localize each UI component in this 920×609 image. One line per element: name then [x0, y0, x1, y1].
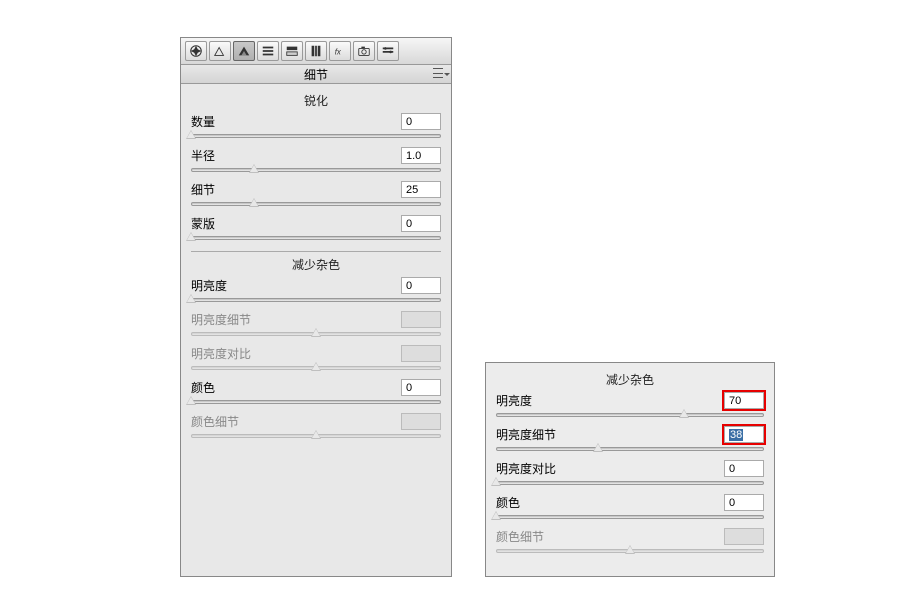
side-value-color-detail: [724, 528, 764, 545]
side-thumb-luminance-contrast[interactable]: [491, 477, 501, 487]
side-track-color[interactable]: [496, 512, 764, 522]
side-thumb-luminance[interactable]: [679, 409, 689, 419]
thumb-radius[interactable]: [249, 164, 259, 174]
value-color-detail: [401, 413, 441, 430]
aperture-icon[interactable]: [185, 41, 207, 61]
panel-toolbar: fx: [181, 38, 451, 65]
side-slider-luminance-detail: 明亮度细节 38: [496, 424, 764, 454]
value-radius[interactable]: 1.0: [401, 147, 441, 164]
track-color-detail: [191, 431, 441, 441]
thumb-color-detail: [311, 430, 321, 440]
slider-amount: 数量 0: [191, 111, 441, 141]
tab-title: 细节: [304, 66, 328, 83]
fx-icon[interactable]: fx: [329, 41, 351, 61]
slider-color-detail: 颜色细节: [191, 411, 441, 441]
split-icon[interactable]: [281, 41, 303, 61]
hsl-icon[interactable]: [257, 41, 279, 61]
label-luminance-contrast: 明亮度对比: [191, 345, 251, 362]
value-luminance-contrast: [401, 345, 441, 362]
thumb-amount[interactable]: [186, 130, 196, 140]
section-divider: [191, 251, 441, 252]
side-value-luminance[interactable]: 70: [724, 392, 764, 409]
track-radius[interactable]: [191, 165, 441, 175]
track-amount[interactable]: [191, 131, 441, 141]
side-value-luminance-contrast[interactable]: 0: [724, 460, 764, 477]
slider-radius: 半径 1.0: [191, 145, 441, 175]
side-track-luminance-contrast[interactable]: [496, 478, 764, 488]
track-color[interactable]: [191, 397, 441, 407]
side-thumb-color-detail: [625, 545, 635, 555]
thumb-luminance-contrast: [311, 362, 321, 372]
label-mask: 蒙版: [191, 215, 215, 232]
panel-menu-icon[interactable]: [433, 68, 445, 78]
histogram-icon[interactable]: [209, 41, 231, 61]
label-radius: 半径: [191, 147, 215, 164]
label-amount: 数量: [191, 113, 215, 130]
value-detail[interactable]: 25: [401, 181, 441, 198]
side-label-luminance-contrast: 明亮度对比: [496, 460, 556, 477]
noise-reduce-panel: 减少杂色 明亮度 70 明亮度细节 38 明亮度对比 0: [485, 362, 775, 577]
side-track-luminance[interactable]: [496, 410, 764, 420]
track-luminance-detail: [191, 329, 441, 339]
side-track-luminance-detail[interactable]: [496, 444, 764, 454]
side-label-color: 颜色: [496, 494, 520, 511]
value-mask[interactable]: 0: [401, 215, 441, 232]
tab-row: 细节: [181, 65, 451, 84]
side-slider-color: 颜色 0: [496, 492, 764, 522]
track-luminance-contrast: [191, 363, 441, 373]
side-thumb-color[interactable]: [491, 511, 501, 521]
side-slider-color-detail: 颜色细节: [496, 526, 764, 556]
side-track-color-detail: [496, 546, 764, 556]
value-amount[interactable]: 0: [401, 113, 441, 130]
camera-icon[interactable]: [353, 41, 375, 61]
panel-body: 锐化 数量 0 半径 1.0 细节 25: [181, 84, 451, 451]
side-section-title: 减少杂色: [496, 371, 764, 388]
lens-icon[interactable]: [305, 41, 327, 61]
slider-color: 颜色 0: [191, 377, 441, 407]
slider-luminance-contrast: 明亮度对比: [191, 343, 441, 373]
presets-icon[interactable]: [377, 41, 399, 61]
slider-mask: 蒙版 0: [191, 213, 441, 243]
detail-icon[interactable]: [233, 41, 255, 61]
side-label-luminance-detail: 明亮度细节: [496, 426, 556, 443]
track-mask[interactable]: [191, 233, 441, 243]
section-noise-title: 减少杂色: [191, 256, 441, 273]
label-color: 颜色: [191, 379, 215, 396]
thumb-mask[interactable]: [186, 232, 196, 242]
svg-text:fx: fx: [335, 48, 342, 57]
label-detail: 细节: [191, 181, 215, 198]
value-luminance[interactable]: 0: [401, 277, 441, 294]
detail-panel: fx 细节 锐化 数量 0 半径 1.0: [180, 37, 452, 577]
side-slider-luminance-contrast: 明亮度对比 0: [496, 458, 764, 488]
side-label-color-detail: 颜色细节: [496, 528, 544, 545]
slider-luminance-detail: 明亮度细节: [191, 309, 441, 339]
value-luminance-detail: [401, 311, 441, 328]
label-color-detail: 颜色细节: [191, 413, 239, 430]
label-luminance-detail: 明亮度细节: [191, 311, 251, 328]
track-luminance[interactable]: [191, 295, 441, 305]
side-value-luminance-detail[interactable]: 38: [724, 426, 764, 443]
thumb-color[interactable]: [186, 396, 196, 406]
side-label-luminance: 明亮度: [496, 392, 532, 409]
side-value-color[interactable]: 0: [724, 494, 764, 511]
track-detail[interactable]: [191, 199, 441, 209]
thumb-luminance-detail: [311, 328, 321, 338]
side-thumb-luminance-detail[interactable]: [593, 443, 603, 453]
thumb-detail[interactable]: [249, 198, 259, 208]
section-sharpen-title: 锐化: [191, 92, 441, 109]
side-slider-luminance: 明亮度 70: [496, 390, 764, 420]
value-color[interactable]: 0: [401, 379, 441, 396]
slider-detail: 细节 25: [191, 179, 441, 209]
slider-luminance: 明亮度 0: [191, 275, 441, 305]
label-luminance: 明亮度: [191, 277, 227, 294]
thumb-luminance[interactable]: [186, 294, 196, 304]
